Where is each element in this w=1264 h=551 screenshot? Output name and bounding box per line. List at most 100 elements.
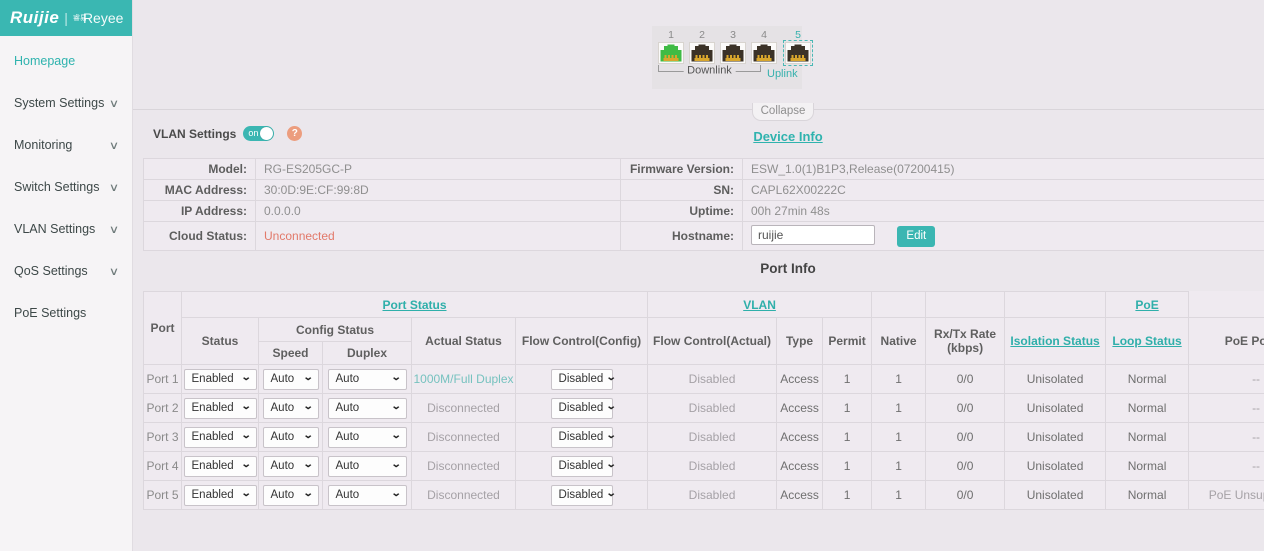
port-4[interactable]: 4 bbox=[751, 29, 777, 64]
col-flow-config: Flow Control(Config) bbox=[516, 318, 648, 365]
ip-label: IP Address: bbox=[144, 201, 256, 222]
rj45-port-icon bbox=[785, 42, 811, 64]
flow-actual-cell: Disabled bbox=[648, 481, 777, 510]
port-diagram: 12345 Downlink Uplink bbox=[652, 26, 802, 89]
ports-row: 12345 bbox=[658, 29, 796, 64]
port-status-link[interactable]: Port Status bbox=[182, 292, 648, 318]
duplex-select[interactable]: Auto⌄ bbox=[328, 369, 407, 390]
col-flow-actual: Flow Control(Actual) bbox=[648, 318, 777, 365]
status-select[interactable]: Enabled⌄ bbox=[184, 456, 257, 477]
main-content: 12345 Downlink Uplink Collapse VLAN Sett… bbox=[133, 0, 1264, 551]
actual-status-cell: 1000M/Full Duplex bbox=[412, 365, 516, 394]
rj45-port-icon bbox=[751, 42, 777, 64]
flow-actual-cell: Disabled bbox=[648, 365, 777, 394]
flow-control-select[interactable]: Disabled⌄ bbox=[551, 427, 613, 448]
actual-status-cell: Disconnected bbox=[412, 423, 516, 452]
sidebar-item-poe-settings[interactable]: PoE Settings bbox=[0, 292, 132, 334]
rate-cell: 0/0 bbox=[926, 394, 1005, 423]
duplex-select[interactable]: Auto⌄ bbox=[328, 398, 407, 419]
isolation-status-link[interactable]: Isolation Status bbox=[1005, 318, 1106, 365]
header-row-groups: Port Port Status VLAN PoE bbox=[144, 292, 1264, 318]
chevron-down-icon: ⌄ bbox=[241, 459, 252, 470]
port-5-uplink[interactable]: 5 bbox=[785, 29, 811, 64]
chevron-down-icon: ⌄ bbox=[303, 459, 314, 470]
poe-link[interactable]: PoE bbox=[1106, 292, 1189, 318]
loop-cell: Normal bbox=[1106, 394, 1189, 423]
sidebar-item-monitoring[interactable]: Monitoring ∨ bbox=[0, 124, 132, 166]
port-2[interactable]: 2 bbox=[689, 29, 715, 64]
device-info-table: Model: RG-ES205GC-P Firmware Version: ES… bbox=[143, 158, 1264, 251]
duplex-select[interactable]: Auto⌄ bbox=[328, 427, 407, 448]
mac-value: 30:0D:9E:CF:99:8D bbox=[256, 180, 621, 201]
port-1[interactable]: 1 bbox=[658, 29, 684, 64]
speed-select[interactable]: Auto ⌄ bbox=[263, 369, 319, 390]
flow-control-select[interactable]: Disabled⌄ bbox=[551, 456, 613, 477]
vlan-type-cell: Access bbox=[777, 423, 823, 452]
port-number-label: 5 bbox=[795, 29, 801, 42]
isolation-cell: Unisolated bbox=[1005, 481, 1106, 510]
sidebar-item-homepage[interactable]: Homepage bbox=[0, 40, 132, 82]
flow-control-select-value: Disabled bbox=[559, 373, 604, 385]
port-info-title: Port Info bbox=[143, 261, 1264, 276]
status-select-value: Enabled bbox=[192, 431, 234, 443]
rj45-port-icon bbox=[658, 42, 684, 64]
edit-button[interactable]: Edit bbox=[897, 226, 935, 247]
poe-power-cell: -- bbox=[1189, 394, 1264, 423]
port-name-cell: Port 1 bbox=[144, 365, 182, 394]
uptime-label: Uptime: bbox=[621, 201, 743, 222]
duplex-select-value: Auto bbox=[336, 489, 360, 501]
chevron-down-icon: ⌄ bbox=[606, 430, 617, 441]
chevron-down-icon: ⌄ bbox=[391, 372, 402, 383]
collapse-button[interactable]: Collapse bbox=[752, 103, 814, 121]
reyee-wordmark: Reyee bbox=[83, 10, 123, 26]
rj45-port-icon bbox=[720, 42, 746, 64]
sidebar-item-label: PoE Settings bbox=[14, 306, 86, 320]
hostname-input[interactable] bbox=[751, 225, 875, 245]
speed-select-value: Auto bbox=[271, 373, 295, 385]
sidebar-item-switch-settings[interactable]: Switch Settings ∨ bbox=[0, 166, 132, 208]
speed-select[interactable]: Auto⌄ bbox=[263, 485, 319, 506]
sidebar-item-qos-settings[interactable]: QoS Settings ∨ bbox=[0, 250, 132, 292]
sidebar-item-label: QoS Settings bbox=[14, 264, 88, 278]
vlan-native-cell: 1 bbox=[872, 365, 926, 394]
duplex-select[interactable]: Auto⌄ bbox=[328, 456, 407, 477]
col-config-status: Config Status bbox=[259, 318, 412, 342]
status-select[interactable]: Enabled⌄ bbox=[184, 485, 257, 506]
status-select[interactable]: Enabled⌄ bbox=[184, 398, 257, 419]
device-panel: 12345 Downlink Uplink bbox=[133, 0, 1264, 110]
chevron-down-icon: ⌄ bbox=[606, 372, 617, 383]
flow-actual-cell: Disabled bbox=[648, 423, 777, 452]
vlan-link[interactable]: VLAN bbox=[648, 292, 872, 318]
status-select[interactable]: Enabled⌄ bbox=[184, 427, 257, 448]
sn-label: SN: bbox=[621, 180, 743, 201]
device-info-link[interactable]: Device Info bbox=[753, 129, 822, 144]
sidebar-item-vlan-settings[interactable]: VLAN Settings ∨ bbox=[0, 208, 132, 250]
col-type: Type bbox=[777, 318, 823, 365]
sidebar-item-system-settings[interactable]: System Settings ∨ bbox=[0, 82, 132, 124]
speed-select[interactable]: Auto⌄ bbox=[263, 456, 319, 477]
flow-actual-cell: Disabled bbox=[648, 452, 777, 481]
model-value: RG-ES205GC-P bbox=[256, 159, 621, 180]
table-row: Model: RG-ES205GC-P Firmware Version: ES… bbox=[144, 159, 1264, 180]
chevron-down-icon: ∨ bbox=[109, 139, 119, 152]
chevron-down-icon: ⌄ bbox=[241, 401, 252, 412]
flow-control-select-value: Disabled bbox=[559, 460, 604, 472]
rate-cell: 0/0 bbox=[926, 365, 1005, 394]
chevron-down-icon: ⌄ bbox=[303, 430, 314, 441]
chevron-down-icon: ⌄ bbox=[303, 372, 314, 383]
flow-control-select[interactable]: Disabled⌄ bbox=[551, 369, 613, 390]
vlan-permit-cell: 1 bbox=[823, 423, 872, 452]
speed-select[interactable]: Auto⌄ bbox=[263, 427, 319, 448]
duplex-select[interactable]: Auto⌄ bbox=[328, 485, 407, 506]
duplex-select-value: Auto bbox=[336, 402, 360, 414]
speed-select[interactable]: Auto⌄ bbox=[263, 398, 319, 419]
flow-control-select[interactable]: Disabled⌄ bbox=[551, 485, 613, 506]
blank-header bbox=[872, 292, 926, 318]
port-3[interactable]: 3 bbox=[720, 29, 746, 64]
status-select[interactable]: Enabled⌄ bbox=[184, 369, 257, 390]
port-name-cell: Port 4 bbox=[144, 452, 182, 481]
flow-control-select[interactable]: Disabled⌄ bbox=[551, 398, 613, 419]
loop-status-link[interactable]: Loop Status bbox=[1106, 318, 1189, 365]
uplink-label: Uplink bbox=[767, 65, 796, 80]
vlan-type-cell: Access bbox=[777, 481, 823, 510]
